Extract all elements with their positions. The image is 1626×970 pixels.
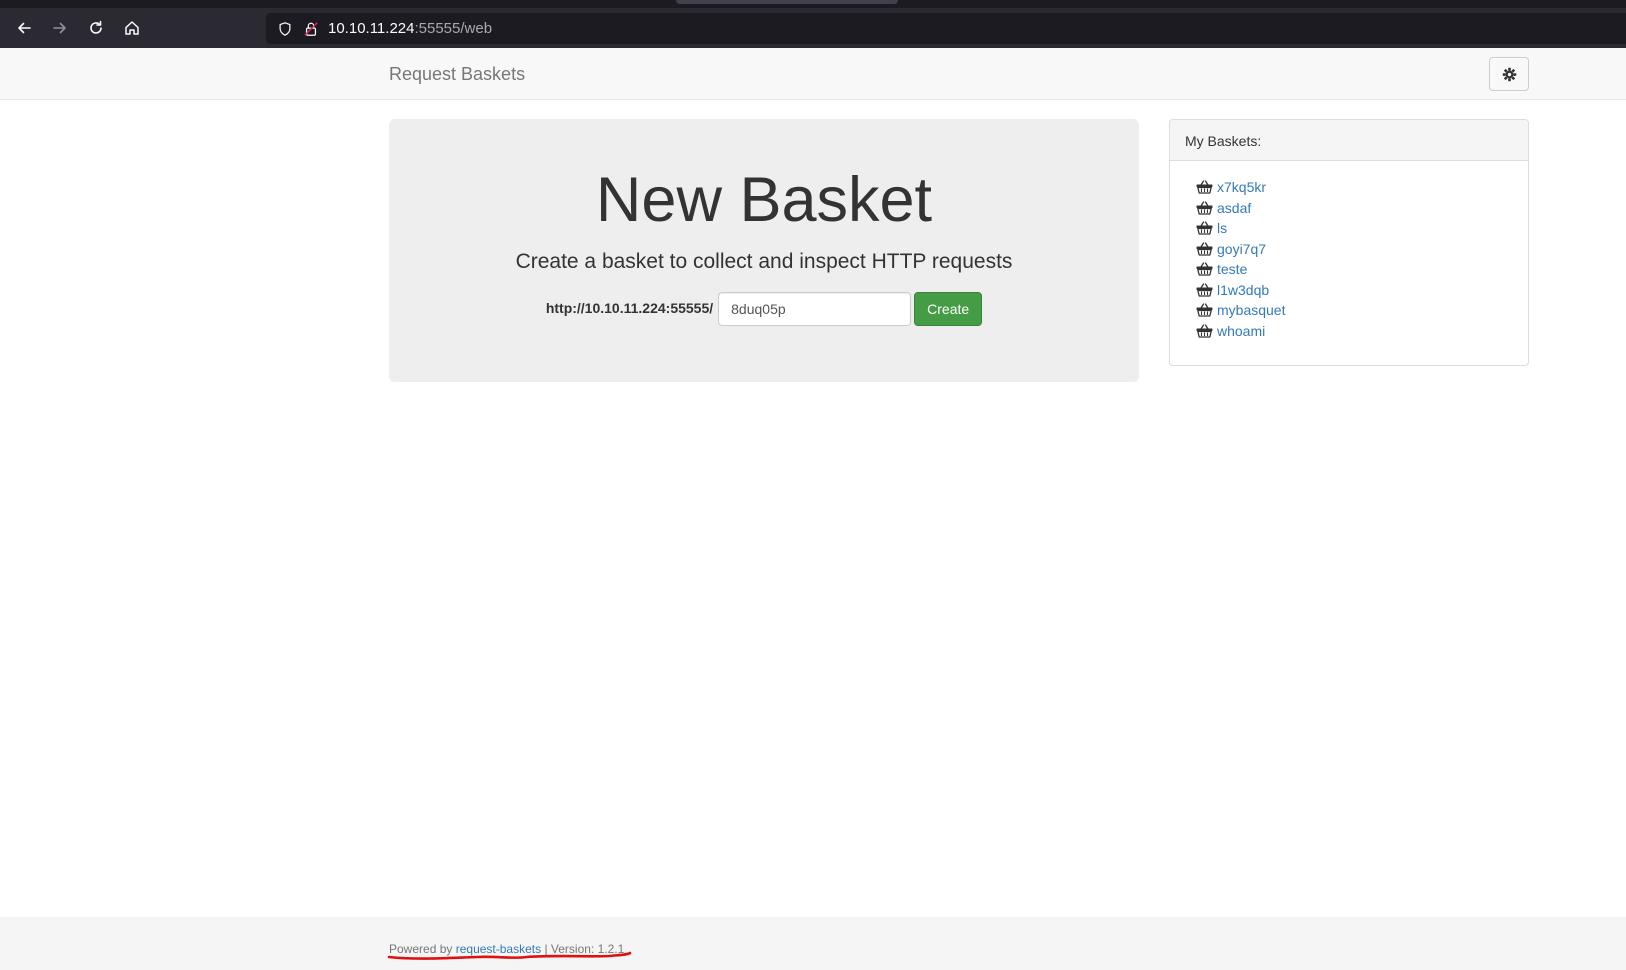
basket-list-item: l1w3dqb xyxy=(1196,280,1528,301)
app-navbar: Request Baskets xyxy=(0,48,1626,100)
gear-icon xyxy=(1502,67,1516,81)
reload-button[interactable] xyxy=(78,10,114,46)
basket-list-item: asdaf xyxy=(1196,198,1528,219)
basket-link[interactable]: goyi7q7 xyxy=(1217,241,1266,257)
my-baskets-heading: My Baskets: xyxy=(1170,120,1528,161)
page-subtitle: Create a basket to collect and inspect H… xyxy=(515,250,1013,273)
basket-icon xyxy=(1196,324,1213,338)
basket-list-item: ls xyxy=(1196,218,1528,239)
basket-link[interactable]: l1w3dqb xyxy=(1217,282,1269,298)
browser-active-tab[interactable] xyxy=(676,0,898,4)
url-path: :55555/web xyxy=(414,20,493,37)
annotation-underline xyxy=(387,951,632,960)
basket-icon xyxy=(1196,201,1213,215)
new-basket-jumbotron: New Basket Create a basket to collect an… xyxy=(389,119,1139,382)
basket-link[interactable]: ls xyxy=(1217,220,1227,236)
basket-link[interactable]: teste xyxy=(1217,261,1247,277)
url-host: 10.10.11.224 xyxy=(328,20,415,37)
browser-tab-strip xyxy=(0,0,1626,8)
insecure-lock-icon[interactable] xyxy=(302,20,320,38)
basket-link[interactable]: asdaf xyxy=(1217,200,1251,216)
basket-icon xyxy=(1196,180,1213,194)
basket-list-item: whoami xyxy=(1196,321,1528,342)
back-button[interactable] xyxy=(6,10,42,46)
basket-link[interactable]: whoami xyxy=(1217,323,1265,339)
base-url-label: http://10.10.11.224:55555/ xyxy=(545,300,714,316)
basket-icon xyxy=(1196,242,1213,256)
url-text: 10.10.11.224:55555/web xyxy=(328,20,492,37)
page-title: New Basket xyxy=(595,165,933,235)
shield-icon[interactable] xyxy=(276,20,294,38)
brand-link[interactable]: Request Baskets xyxy=(389,64,525,85)
basket-icon xyxy=(1196,262,1213,276)
basket-link[interactable]: x7kq5kr xyxy=(1217,179,1266,195)
settings-button[interactable] xyxy=(1489,57,1529,91)
basket-list-item: goyi7q7 xyxy=(1196,239,1528,260)
basket-icon xyxy=(1196,221,1213,235)
home-button[interactable] xyxy=(114,10,150,46)
basket-list-item: teste xyxy=(1196,259,1528,280)
basket-icon xyxy=(1196,283,1213,297)
create-basket-form: http://10.10.11.224:55555/ Create xyxy=(389,292,1139,326)
basket-list-item: x7kq5kr xyxy=(1196,177,1528,198)
basket-name-input[interactable] xyxy=(718,292,912,326)
home-icon xyxy=(125,21,139,35)
basket-link[interactable]: mybasquet xyxy=(1217,302,1285,318)
forward-button[interactable] xyxy=(42,10,78,46)
my-baskets-panel: My Baskets: x7kq5kr asdaf ls goyi7q7 teste l1… xyxy=(1169,119,1529,366)
basket-icon xyxy=(1196,303,1213,317)
browser-toolbar: 10.10.11.224:55555/web xyxy=(0,8,1626,48)
arrow-right-icon xyxy=(53,22,66,34)
reload-icon xyxy=(90,20,102,34)
basket-list: x7kq5kr asdaf ls goyi7q7 teste l1w3dqb mybasqu… xyxy=(1170,161,1528,341)
arrow-left-icon xyxy=(18,22,31,34)
address-bar[interactable]: 10.10.11.224:55555/web xyxy=(266,13,1626,44)
footer: Powered by request-baskets | Version: 1.… xyxy=(0,917,1626,970)
create-button[interactable]: Create xyxy=(914,292,983,326)
basket-list-item: mybasquet xyxy=(1196,300,1528,321)
